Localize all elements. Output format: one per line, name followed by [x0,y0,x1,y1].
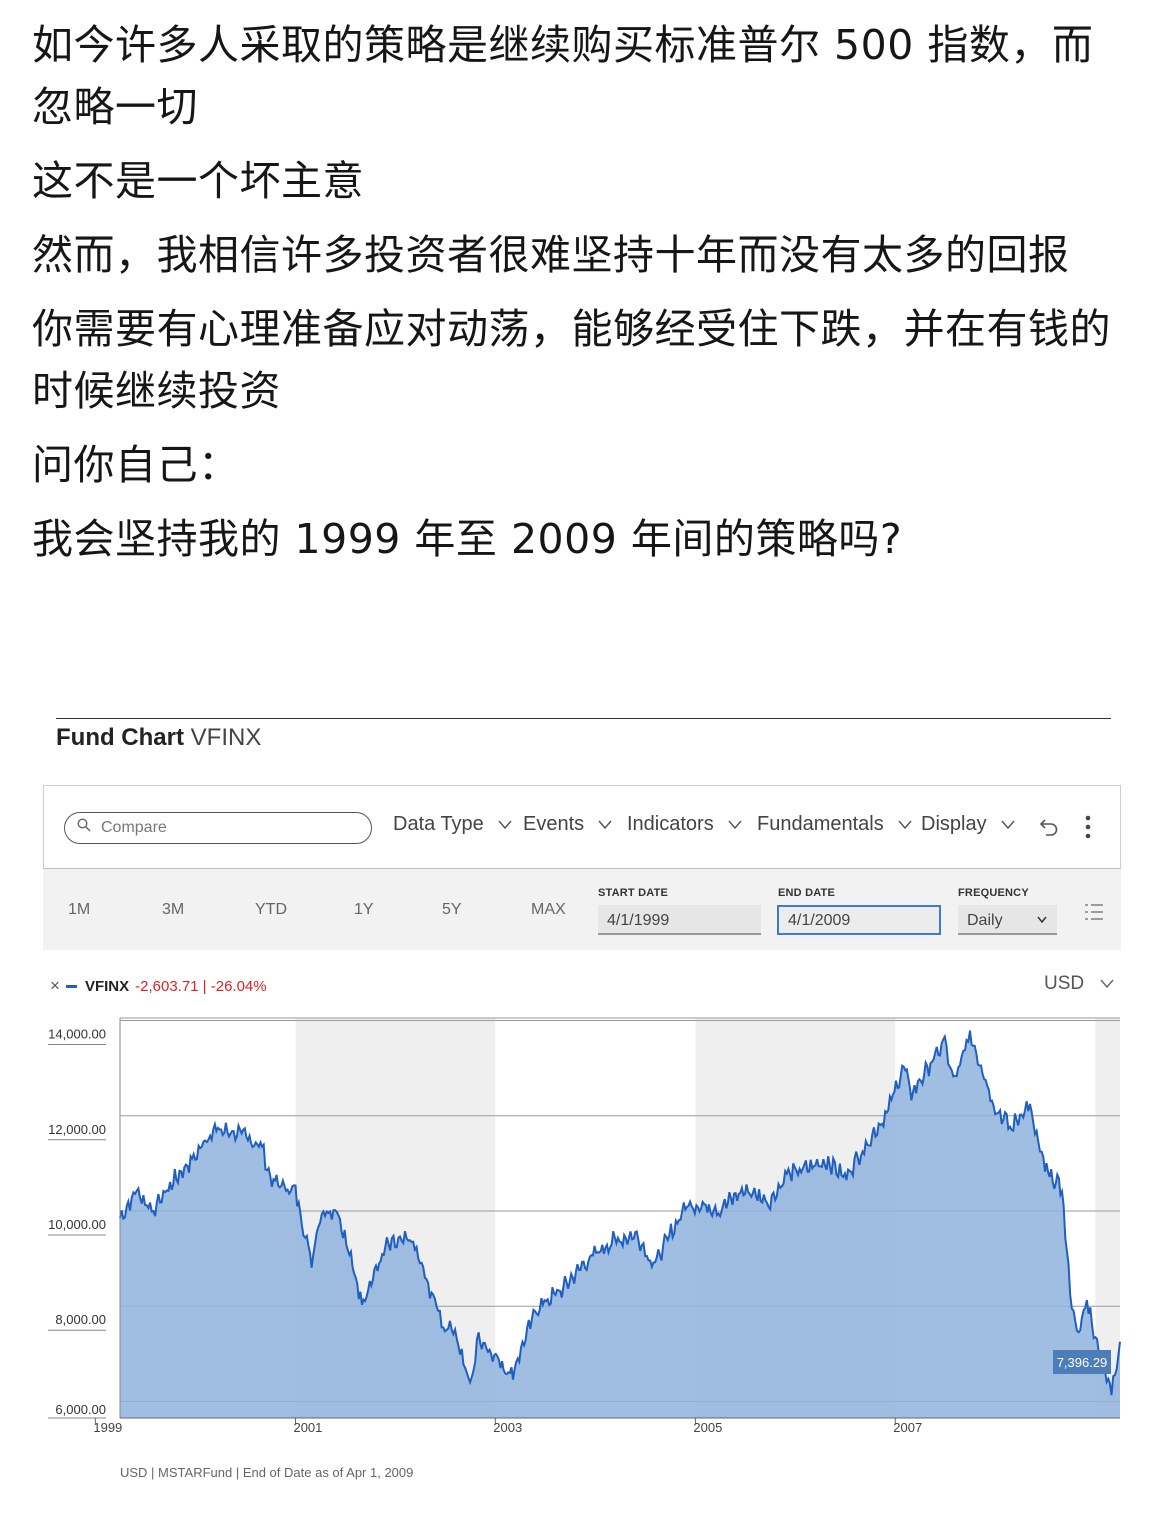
list-icon[interactable] [1084,903,1104,921]
range-bar: 1M 3M YTD 1Y 5Y MAX START DATE 4/1/1999 … [43,869,1121,950]
menu-events[interactable]: Events [523,813,612,836]
title-bold: Fund Chart [56,724,184,751]
menu-label: Data Type [393,813,484,835]
paragraph-1: 如今许多人采取的策略是继续购买标准普尔 500 指数，而忽略一切 [32,21,1094,131]
y-tick-label: 6,000.00 [55,1402,106,1417]
undo-icon[interactable] [1038,816,1060,838]
range-5y[interactable]: 5Y [442,901,462,919]
chevron-down-icon [898,820,912,829]
x-tick-label: 2001 [293,1420,322,1435]
frequency-select[interactable]: Daily [958,905,1057,935]
frequency-label: FREQUENCY [958,887,1029,899]
x-tick-label: 2007 [893,1420,922,1435]
series-area [120,1030,1120,1418]
x-tick-label: 1999 [93,1420,122,1435]
menu-indicators[interactable]: Indicators [627,813,742,836]
menu-data-type[interactable]: Data Type [393,813,512,836]
start-date-input[interactable]: 4/1/1999 [598,905,761,935]
paragraph-3: 然而，我相信许多投资者很难坚持十年而没有太多的回报 [32,231,1070,279]
search-icon [77,818,91,832]
chevron-down-icon [1100,979,1114,989]
post-text: 如今许多人采取的策略是继续购买标准普尔 500 指数，而忽略一切 这不是一个坏主… [32,14,1132,582]
start-date-label: START DATE [598,887,669,899]
series-swatch [65,984,77,988]
chevron-down-icon [1001,820,1015,829]
menu-label: Display [921,813,987,835]
legend-change: -2,603.71 | -26.04% [135,977,267,995]
chart-footnote: USD | MSTARFund | End of Date as of Apr … [120,1465,414,1480]
compare-input[interactable] [99,816,353,840]
menu-label: Fundamentals [757,813,884,835]
menu-label: Events [523,813,585,835]
price-chart: 14,000.00 12,000.00 10,000.00 8,000.00 6,000… [48,1017,1121,1435]
range-3m[interactable]: 3M [162,901,184,919]
range-1m[interactable]: 1M [68,901,90,919]
end-date-input[interactable]: 4/1/2009 [777,905,941,935]
y-tick-label: 14,000.00 [48,1027,106,1042]
paragraph-2: 这不是一个坏主意 [32,157,364,205]
end-date-label: END DATE [778,887,836,899]
menu-display[interactable]: Display [921,813,1015,836]
x-tick-label: 2003 [493,1420,522,1435]
divider [56,718,1111,719]
fund-chart-title: Fund Chart VFINX [56,724,261,752]
range-ytd[interactable]: YTD [255,901,287,919]
title-ticker: VFINX [190,724,262,751]
x-tick-label: 2005 [693,1420,722,1435]
toolbar: Data Type Events Indicators Fundamentals… [43,785,1121,869]
compare-search[interactable] [64,812,372,844]
more-vertical-icon[interactable] [1084,814,1092,840]
chevron-down-icon [1037,916,1047,923]
range-1y[interactable]: 1Y [354,901,374,919]
menu-label: Indicators [627,813,714,835]
y-tick-label: 12,000.00 [48,1122,106,1137]
chart-controls-panel: Data Type Events Indicators Fundamentals… [43,785,1121,950]
paragraph-4: 你需要有心理准备应对动荡，能够经受住下跌，并在有钱的时候继续投资 [32,305,1111,415]
frequency-value: Daily [967,912,1003,929]
last-value-label: 7,396.29 [1057,1355,1108,1370]
y-tick-label: 8,000.00 [55,1312,106,1327]
chevron-down-icon [598,820,612,829]
close-icon[interactable]: × [50,976,60,996]
paragraph-6: 我会坚持我的 1999 年至 2009 年间的策略吗? [32,515,903,563]
currency-select[interactable]: USD [1044,973,1114,995]
menu-fundamentals[interactable]: Fundamentals [757,813,912,836]
chevron-down-icon [728,820,742,829]
paragraph-5: 问你自己： [32,441,240,489]
range-max[interactable]: MAX [531,901,566,919]
currency-value: USD [1044,973,1085,994]
legend-series-name: VFINX [84,977,130,995]
chevron-down-icon [498,820,512,829]
chart-legend: × VFINX -2,603.71 | -26.04% [50,976,267,996]
y-tick-label: 10,000.00 [48,1217,106,1232]
